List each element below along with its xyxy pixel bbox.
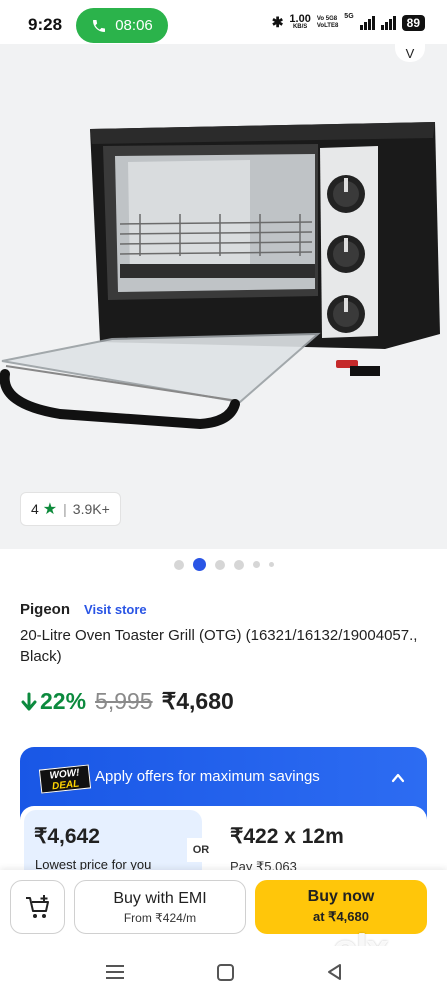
battery-indicator: 89 <box>401 14 425 31</box>
visit-store-link[interactable]: Visit store <box>84 602 147 617</box>
chevron-up-icon[interactable] <box>391 771 405 785</box>
buy-now-sub: at ₹4,680 <box>313 909 369 924</box>
add-to-cart-button[interactable] <box>10 880 65 934</box>
brand-row: Pigeon Visit store <box>20 601 147 618</box>
mrp-price: 5,995 <box>95 688 153 714</box>
brand-name: Pigeon <box>20 601 71 618</box>
discount-badge: 22% <box>20 688 86 715</box>
carousel-dot[interactable] <box>252 561 260 568</box>
emi-label: Buy with EMI <box>113 890 207 907</box>
back-icon[interactable] <box>326 963 342 981</box>
carousel-dot[interactable] <box>268 562 274 567</box>
net-speed-unit: KB/S <box>292 23 308 30</box>
price-row: 22% 5,995 ₹4,680 <box>20 688 234 715</box>
oven-product-image[interactable] <box>0 104 447 444</box>
carousel-dot[interactable] <box>173 559 184 570</box>
system-nav-bar <box>0 946 447 1000</box>
signal-icon-2 <box>380 15 396 30</box>
offers-title: Apply offers for maximum savings <box>95 768 320 785</box>
ongoing-call-pill[interactable]: 08:06 <box>76 8 168 43</box>
network-type: 5G <box>344 13 354 20</box>
call-timer: 08:06 <box>115 17 153 34</box>
buy-now-button[interactable]: Buy now at ₹4,680 <box>255 880 427 934</box>
product-image-gallery[interactable]: V 4 ★ | 3.9K+ <box>0 44 447 549</box>
offer-option1-amount: ₹4,642 <box>34 825 100 848</box>
selling-price: ₹4,680 <box>161 688 234 714</box>
status-time: 9:28 <box>28 15 63 34</box>
status-icons: ✱ 1.00 KB/S Vo 5G8 VoLTE8 5G 89 <box>271 12 425 31</box>
product-title: 20-Litre Oven Toaster Grill (OTG) (16321… <box>20 627 418 665</box>
volte-label-2: VoLTE8 <box>316 22 339 29</box>
carousel-dot-active[interactable] <box>192 558 206 571</box>
carousel-dots[interactable] <box>0 558 447 571</box>
emi-sub: From ₹424/m <box>123 911 197 925</box>
buy-with-emi-button[interactable]: Buy with EMI From ₹424/m <box>74 880 246 934</box>
offer-option2-amount: ₹422 x 12m <box>230 825 344 848</box>
wow-deal-badge: WOW! DEAL <box>38 764 92 794</box>
status-bar: 9:28 08:06 ✱ 1.00 KB/S Vo 5G8 VoLTE8 5G … <box>0 0 447 50</box>
discount-percent: 22% <box>40 688 87 714</box>
rating-count: 3.9K+ <box>72 501 110 517</box>
arrow-down-icon <box>21 692 37 710</box>
chevron-down-icon[interactable]: V <box>395 44 425 62</box>
offer-option-emi[interactable]: ₹422 x 12m Pay ₹5,063 <box>230 824 344 875</box>
home-icon[interactable] <box>217 964 234 981</box>
divider: | <box>63 501 67 517</box>
rating-chip[interactable]: 4 ★ | 3.9K+ <box>20 492 121 526</box>
carousel-dot[interactable] <box>233 559 244 570</box>
signal-icon-1 <box>359 15 375 30</box>
star-icon: ★ <box>42 501 58 518</box>
carousel-dot[interactable] <box>214 559 225 570</box>
volte-label-1: Vo 5G8 <box>316 15 338 22</box>
net-speed: 1.00 KB/S <box>289 12 311 31</box>
phone-icon <box>93 19 106 32</box>
rating-value: 4 <box>31 501 39 517</box>
net-speed-value: 1.00 <box>289 12 311 25</box>
buy-now-label: Buy now <box>307 888 375 905</box>
volte-indicator: Vo 5G8 VoLTE8 <box>317 16 338 30</box>
or-separator: OR <box>187 838 215 862</box>
bluetooth-icon: ✱ <box>271 14 284 30</box>
recents-icon[interactable] <box>106 965 124 979</box>
cart-plus-icon <box>25 895 49 918</box>
